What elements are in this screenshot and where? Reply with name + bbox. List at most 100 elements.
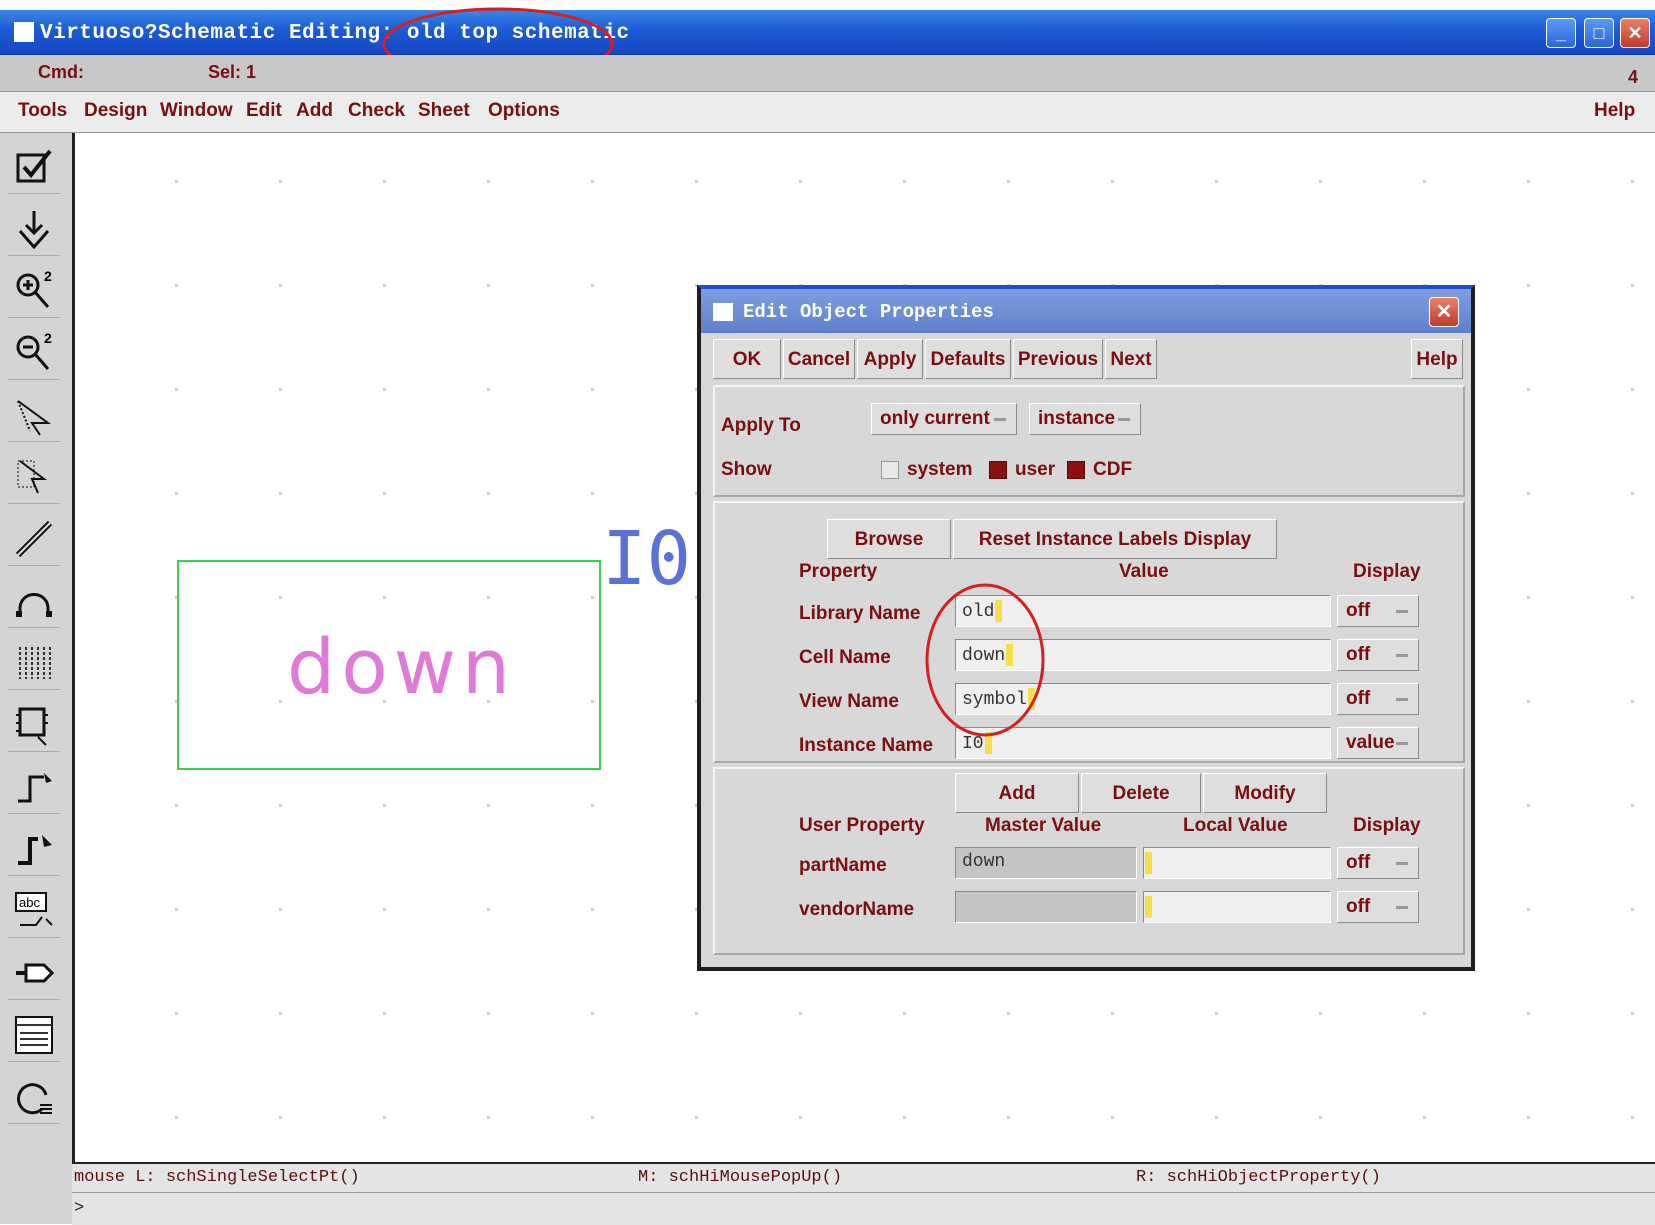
menu-edit[interactable]: Edit: [246, 100, 282, 122]
menu-tools[interactable]: Tools: [18, 100, 67, 122]
label-icon[interactable]: abc: [8, 885, 60, 938]
copy-icon[interactable]: [8, 451, 60, 504]
property-icon[interactable]: [8, 699, 60, 752]
grid-dot: [175, 804, 178, 807]
partname-local-field[interactable]: [1143, 847, 1331, 879]
menu-sheet[interactable]: Sheet: [418, 100, 470, 122]
view-name-display-select[interactable]: off: [1337, 683, 1419, 715]
grid-dot: [383, 1012, 386, 1015]
grid-dot: [1527, 596, 1530, 599]
value-annotation-circle: [925, 583, 1045, 737]
wire-narrow-icon[interactable]: [8, 761, 60, 814]
save-icon[interactable]: [8, 203, 60, 256]
vendorname-local-field[interactable]: [1143, 891, 1331, 923]
grid-dot: [591, 804, 594, 807]
text-cursor: [1145, 896, 1152, 918]
help-button[interactable]: Help: [1411, 339, 1463, 379]
browse-button[interactable]: Browse: [827, 519, 951, 559]
grid-dot: [175, 284, 178, 287]
view-name-display-value: off: [1346, 688, 1371, 709]
dropdown-arrow-icon: [1396, 862, 1408, 865]
previous-button[interactable]: Previous: [1013, 339, 1103, 379]
minimize-button[interactable]: _: [1546, 18, 1576, 48]
grid-dot: [279, 1012, 282, 1015]
repeat-icon[interactable]: [8, 1071, 60, 1124]
cdf-checkbox[interactable]: [1067, 461, 1085, 479]
check-icon[interactable]: [8, 141, 60, 194]
dialog-close-button[interactable]: ✕: [1429, 297, 1459, 327]
menu-options[interactable]: Options: [488, 100, 560, 122]
dropdown-arrow-icon: [1396, 654, 1408, 657]
menu-window[interactable]: Window: [160, 100, 233, 122]
grid-dot: [1527, 284, 1530, 287]
grid-dot: [487, 1116, 490, 1119]
user-display-header: Display: [1353, 815, 1421, 836]
ok-button[interactable]: OK: [713, 339, 781, 379]
grid-dot: [903, 1012, 906, 1015]
system-checkbox[interactable]: [881, 461, 899, 479]
add-property-button[interactable]: Add: [955, 773, 1079, 813]
grid-dot: [279, 180, 282, 183]
menu-design[interactable]: Design: [84, 100, 147, 122]
menu-add[interactable]: Add: [296, 100, 333, 122]
dropdown-arrow-icon: [1118, 418, 1130, 421]
grid-dot: [383, 1116, 386, 1119]
grid-dot: [799, 1116, 802, 1119]
svg-text:abc: abc: [19, 895, 40, 910]
next-button[interactable]: Next: [1105, 339, 1157, 379]
wire-wide-icon[interactable]: [8, 823, 60, 876]
grid-dot: [695, 1116, 698, 1119]
cell-name-display-value: off: [1346, 644, 1371, 665]
grid-dot: [1319, 1012, 1322, 1015]
dropdown-arrow-icon: [1396, 610, 1408, 613]
pin-icon[interactable]: [8, 947, 60, 1000]
zoom-out-icon[interactable]: 2: [8, 327, 60, 380]
zoom-in-icon[interactable]: 2: [8, 265, 60, 318]
sheet-icon[interactable]: [8, 1009, 60, 1062]
grid-dot: [1631, 908, 1634, 911]
defaults-button[interactable]: Defaults: [925, 339, 1011, 379]
undo-icon[interactable]: [8, 575, 60, 628]
user-property-header: User Property: [799, 815, 925, 836]
apply-scope-select[interactable]: only current: [871, 403, 1017, 435]
cancel-button[interactable]: Cancel: [783, 339, 855, 379]
grid-dot: [1215, 1012, 1218, 1015]
modify-property-button[interactable]: Modify: [1203, 773, 1327, 813]
reset-labels-button[interactable]: Reset Instance Labels Display: [953, 519, 1277, 559]
maximize-button[interactable]: □: [1584, 18, 1614, 48]
grid-dot: [1527, 1116, 1530, 1119]
user-checkbox[interactable]: [989, 461, 1007, 479]
wire-icon[interactable]: [8, 513, 60, 566]
view-name-label: View Name: [799, 691, 899, 712]
delete-property-button[interactable]: Delete: [1081, 773, 1201, 813]
grid-dot: [1423, 180, 1426, 183]
apply-scope-value: only current: [880, 408, 990, 429]
grid-dot: [903, 1116, 906, 1119]
partname-display-select[interactable]: off: [1337, 847, 1419, 879]
status-bar: Cmd: Sel: 1 4: [0, 55, 1655, 92]
display-header: Display: [1353, 561, 1421, 582]
grid-dot: [383, 388, 386, 391]
dialog-app-icon: [713, 303, 733, 321]
apply-type-select[interactable]: instance: [1029, 403, 1141, 435]
grid-dot: [487, 804, 490, 807]
close-button[interactable]: ✕: [1620, 18, 1650, 48]
grid-dot: [1111, 180, 1114, 183]
vendorname-display-select[interactable]: off: [1337, 891, 1419, 923]
grid-dot: [279, 804, 282, 807]
cdf-label: CDF: [1093, 459, 1133, 480]
library-name-display-select[interactable]: off: [1337, 595, 1419, 627]
command-prompt[interactable]: >: [72, 1192, 1655, 1225]
instance-icon[interactable]: [8, 637, 60, 690]
grid-dot: [1631, 1012, 1634, 1015]
grid-dot: [1527, 388, 1530, 391]
local-value-header: Local Value: [1183, 815, 1288, 836]
menu-help[interactable]: Help: [1594, 100, 1635, 122]
menu-check[interactable]: Check: [348, 100, 405, 122]
stretch-icon[interactable]: [8, 389, 60, 442]
grid-dot: [487, 284, 490, 287]
cell-name-display-select[interactable]: off: [1337, 639, 1419, 671]
instance-name-display-select[interactable]: value: [1337, 727, 1419, 759]
apply-button[interactable]: Apply: [857, 339, 923, 379]
master-value-header: Master Value: [985, 815, 1102, 836]
